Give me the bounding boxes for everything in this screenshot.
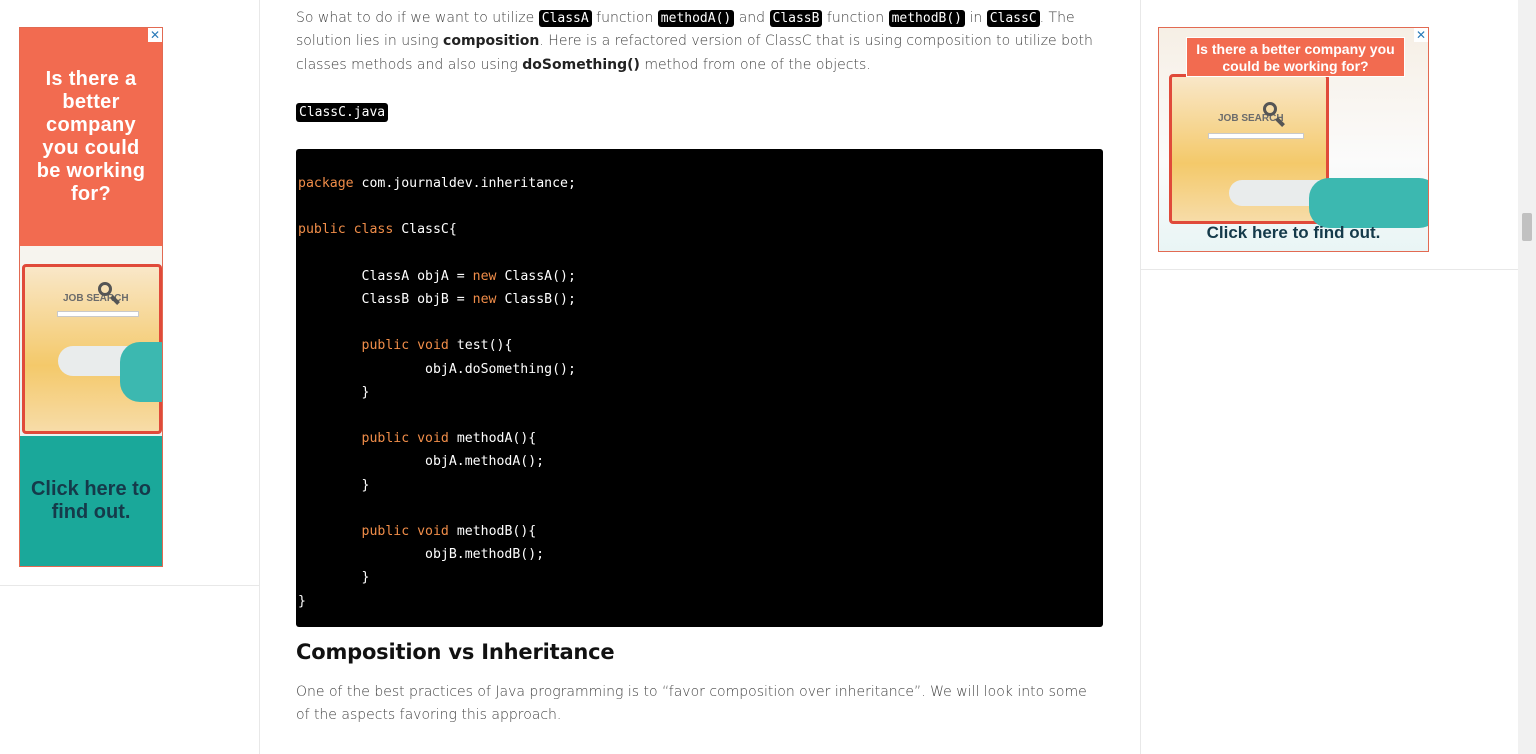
code-line: objA.doSomething(); xyxy=(298,361,576,377)
inline-code: ClassA xyxy=(538,10,592,27)
text: in xyxy=(965,10,987,26)
text: method from one of the objects. xyxy=(639,56,871,73)
bold-term: composition xyxy=(443,33,540,50)
section-paragraph: One of the best practices of Java progra… xyxy=(296,684,1087,724)
keyword: public class xyxy=(298,222,394,238)
code-line: ClassA(); xyxy=(496,268,576,284)
code-line: com.journaldev.inheritance; xyxy=(353,176,576,191)
code-line: objA.methodA(); xyxy=(298,454,545,470)
left-ad-banner[interactable]: Is there a better company you could be w… xyxy=(19,27,163,567)
code-line: ClassC{ xyxy=(393,222,457,238)
left-ad-cta[interactable]: Click here to find out. xyxy=(20,436,162,566)
text: function xyxy=(822,10,889,26)
keyword: new xyxy=(472,292,497,308)
right-ad-cta[interactable]: Click here to find out. xyxy=(1159,223,1428,243)
inline-code: methodA() xyxy=(657,10,735,27)
text: So what to do if we want to utilize xyxy=(296,10,539,26)
sidebar-divider xyxy=(1141,269,1519,270)
page: Is there a better company you could be w… xyxy=(0,0,1536,754)
code-line: methodA(){ xyxy=(448,431,537,447)
scrollbar-thumb[interactable] xyxy=(1522,213,1532,241)
code-filename: ClassC.java xyxy=(296,103,389,122)
left-sidebar: Is there a better company you could be w… xyxy=(0,0,260,754)
text: function xyxy=(591,10,658,26)
close-icon[interactable]: ✕ xyxy=(1414,28,1428,42)
left-ad-headline[interactable]: Is there a better company you could be w… xyxy=(20,28,162,246)
search-bar-shape xyxy=(57,311,139,317)
inline-code: ClassC xyxy=(986,10,1040,27)
code-line: objB.methodB(); xyxy=(298,547,545,563)
right-ad-banner[interactable]: JOB SEARCH Is there a better company you… xyxy=(1158,27,1429,252)
code-line: } xyxy=(298,384,370,400)
magnifier-icon xyxy=(98,282,112,296)
code-block[interactable]: package com.journaldev.inheritance; publ… xyxy=(296,149,1103,627)
inline-code: ClassB xyxy=(769,10,823,27)
inline-code: methodB() xyxy=(888,10,966,27)
sidebar-divider xyxy=(0,585,259,586)
search-bar-shape xyxy=(1208,133,1304,139)
left-ad-illustration[interactable]: JOB SEARCH xyxy=(20,246,162,436)
code-line: ClassB objB = xyxy=(298,292,473,308)
code-line: methodB(){ xyxy=(448,524,537,540)
section-heading: Composition vs Inheritance xyxy=(296,640,615,664)
keyword: public void xyxy=(361,524,449,540)
code-line: ClassA objA = xyxy=(298,268,473,284)
keyword: public void xyxy=(361,338,449,354)
keyword: package xyxy=(298,176,354,191)
arm-illustration xyxy=(1309,178,1428,228)
code-text[interactable]: package com.journaldev.inheritance; publ… xyxy=(298,172,1103,613)
text: and xyxy=(734,10,770,26)
close-icon[interactable]: ✕ xyxy=(148,28,162,42)
keyword: new xyxy=(472,268,497,284)
arm-illustration xyxy=(120,342,162,402)
page-scrollbar[interactable] xyxy=(1518,0,1536,754)
right-ad-headline[interactable]: Is there a better company you could be w… xyxy=(1186,37,1405,77)
bold-term: doSomething() xyxy=(522,56,640,73)
code-line: ClassB(); xyxy=(496,292,576,308)
code-line: } xyxy=(298,477,370,493)
code-line: } xyxy=(298,593,306,609)
magnifier-icon xyxy=(1263,102,1277,116)
code-line: test(){ xyxy=(448,338,513,354)
keyword: public void xyxy=(361,431,449,447)
code-line: } xyxy=(298,570,370,586)
intro-paragraph: So what to do if we want to utilize Clas… xyxy=(296,7,1104,77)
